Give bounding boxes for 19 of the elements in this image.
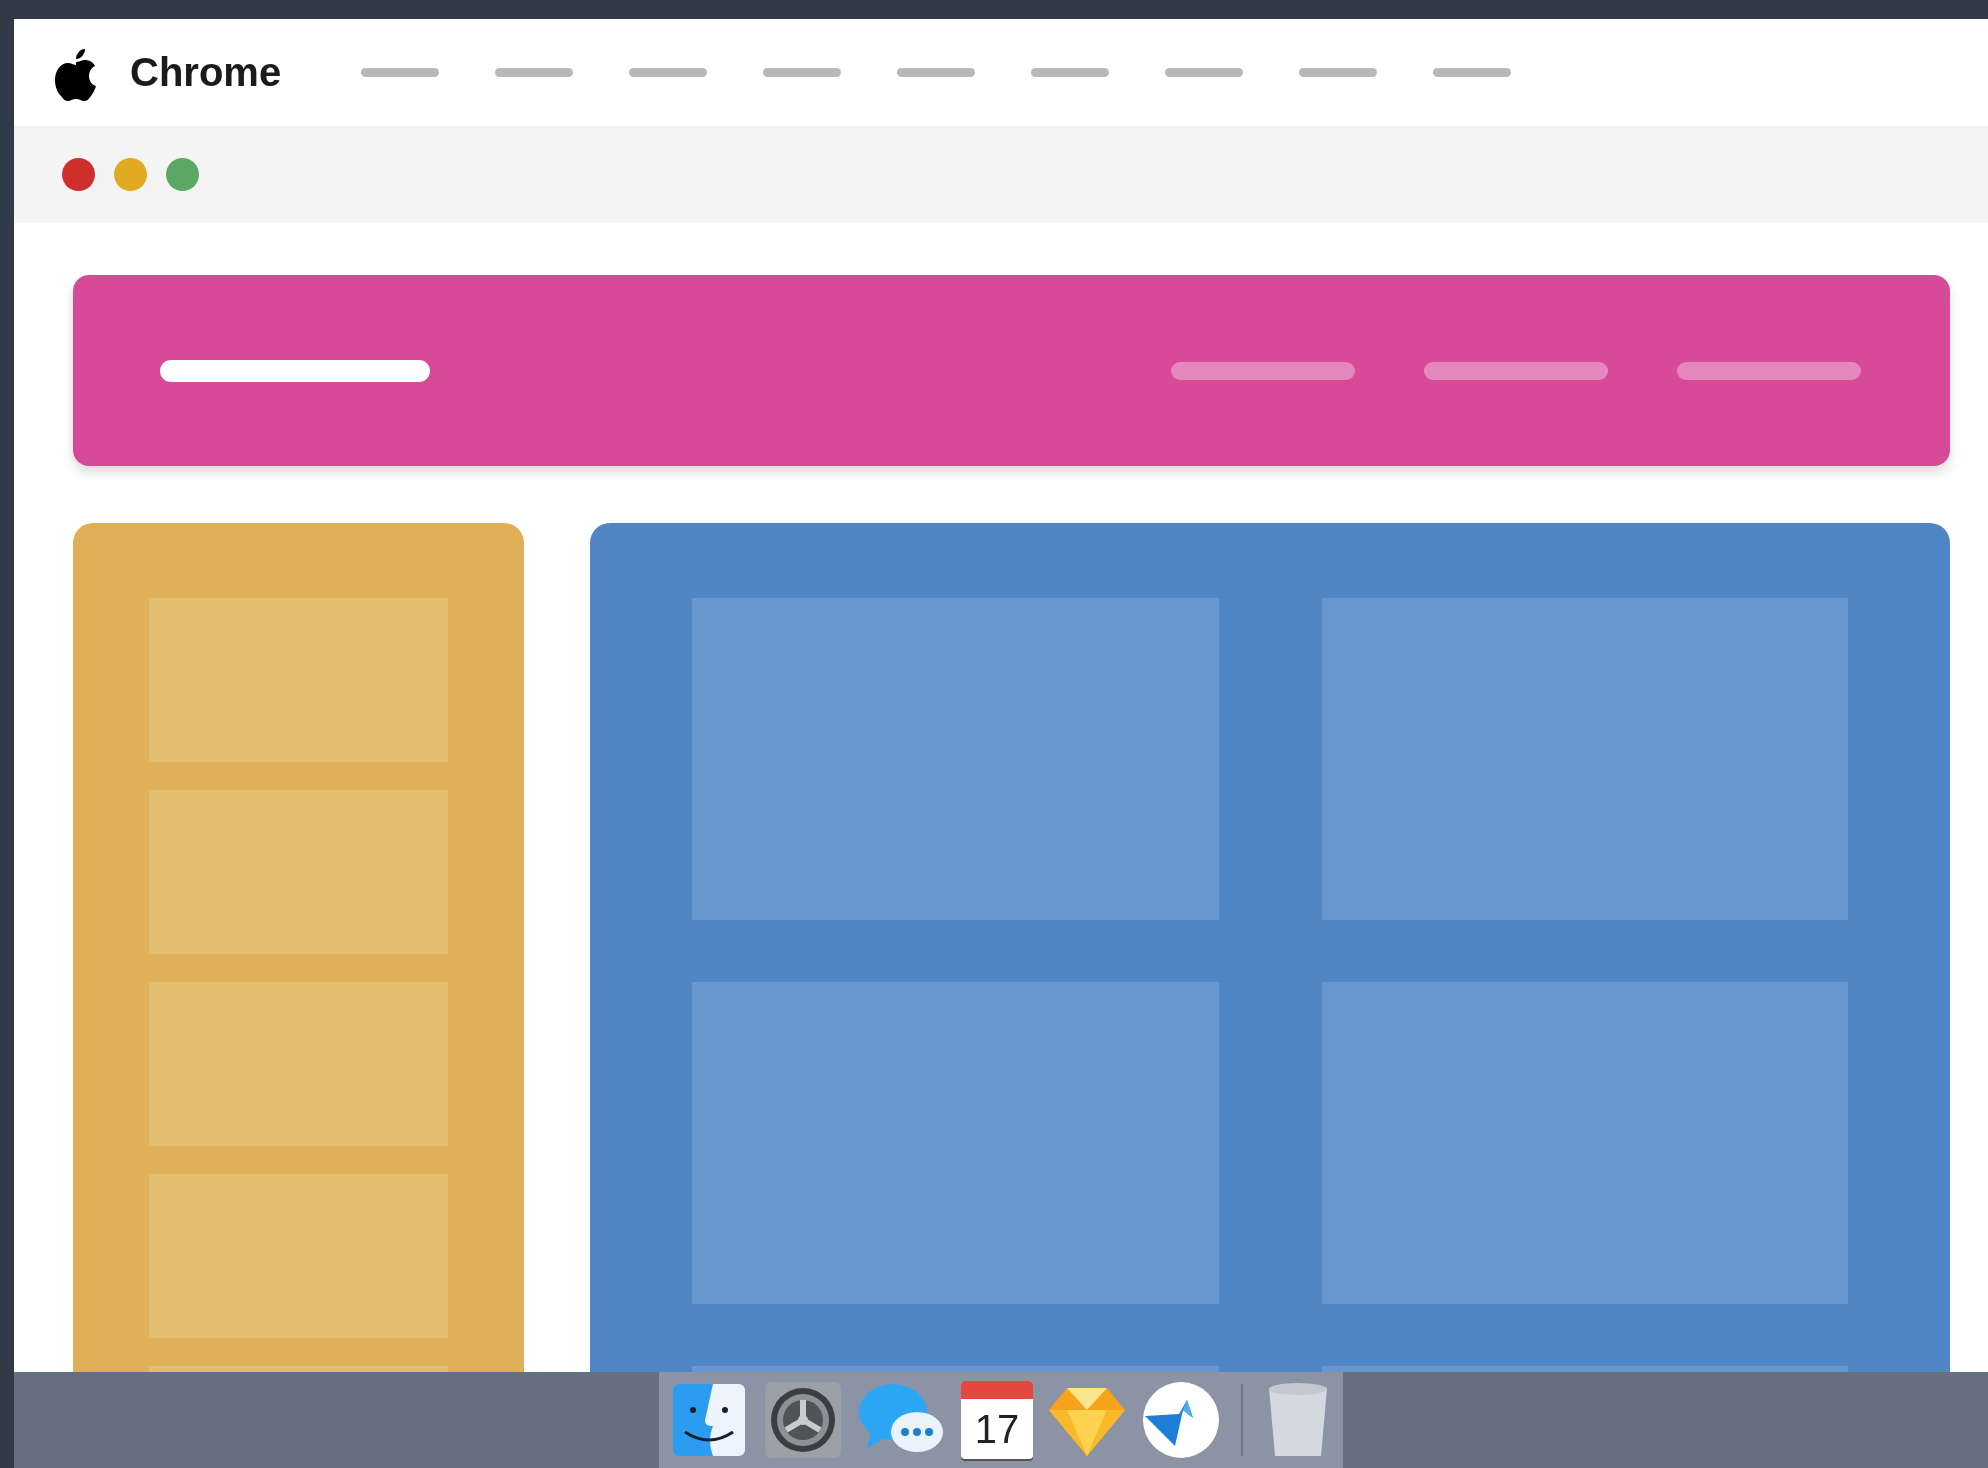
menu-placeholder[interactable] bbox=[361, 68, 440, 77]
gear-icon[interactable] bbox=[763, 1380, 843, 1460]
menu-placeholder[interactable] bbox=[1031, 68, 1110, 77]
window-control-button[interactable] bbox=[62, 158, 95, 191]
app-name: Chrome bbox=[130, 50, 282, 95]
menu-placeholder[interactable] bbox=[495, 68, 574, 77]
window-control-button[interactable] bbox=[114, 158, 147, 191]
menu-placeholder[interactable] bbox=[629, 68, 708, 77]
menu-placeholder[interactable] bbox=[1433, 68, 1512, 77]
menu-placeholder[interactable] bbox=[763, 68, 842, 77]
menu-placeholder[interactable] bbox=[897, 68, 976, 77]
calendar-icon[interactable]: 17 bbox=[961, 1381, 1033, 1459]
bird-circle-icon[interactable] bbox=[1141, 1380, 1221, 1460]
menu-placeholder[interactable] bbox=[1165, 68, 1244, 77]
menu-placeholder[interactable] bbox=[1299, 68, 1378, 77]
nav-placeholder[interactable] bbox=[1677, 361, 1861, 380]
nav-placeholder[interactable] bbox=[1424, 361, 1608, 380]
window-control-button[interactable] bbox=[166, 158, 199, 191]
nav-placeholder[interactable] bbox=[1171, 361, 1355, 380]
